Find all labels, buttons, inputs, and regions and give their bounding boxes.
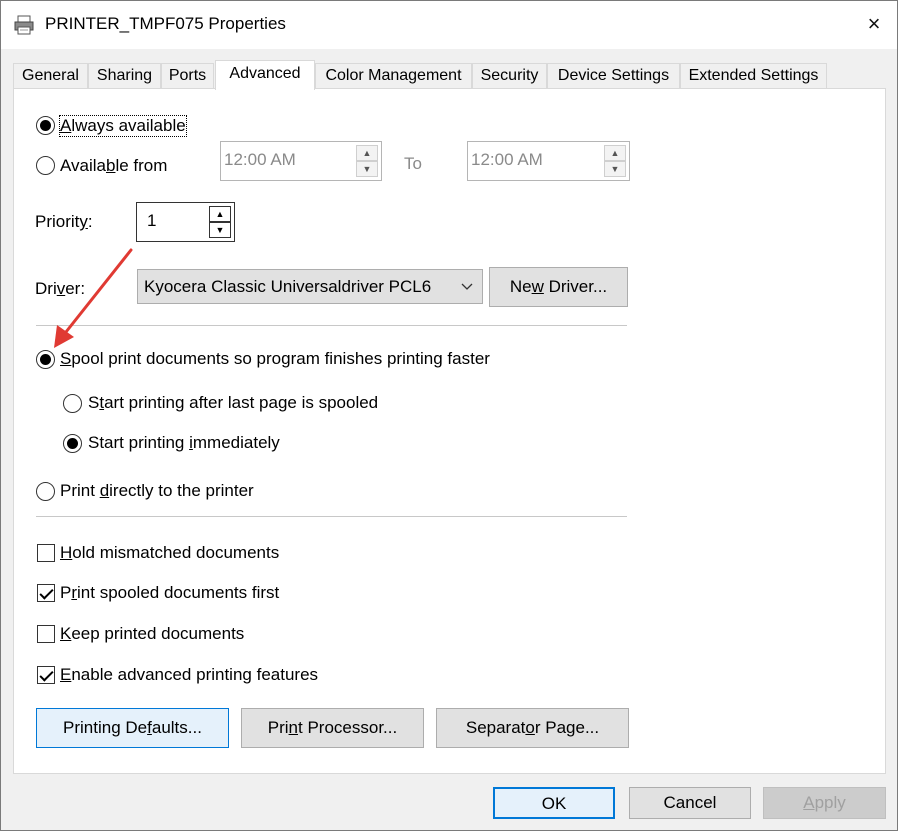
separator-1 (36, 325, 627, 326)
tab-device-settings[interactable]: Device Settings (547, 63, 680, 89)
priority-value: 1 (147, 211, 157, 230)
to-time-value: 12:00 AM (471, 150, 543, 169)
tab-label: Advanced (229, 65, 301, 82)
tab-label: Color Management (325, 67, 462, 84)
chevron-down-icon (460, 275, 474, 300)
from-time-spinner: ▲ ▼ (356, 145, 378, 177)
to-time-down-arrow-icon[interactable]: ▼ (604, 161, 626, 177)
ok-label: OK (541, 794, 567, 813)
tab-label: Security (480, 67, 539, 84)
always-available-radio[interactable] (36, 116, 55, 135)
keep-printed-checkbox[interactable] (37, 625, 55, 643)
priority-spinner: ▲ ▼ (209, 206, 231, 238)
tab-label: Extended Settings (688, 67, 819, 84)
enable-advanced-features-label[interactable]: Enable advanced printing features (60, 665, 318, 685)
priority-up-arrow-icon[interactable]: ▲ (209, 206, 231, 222)
to-time-spinner: ▲ ▼ (604, 145, 626, 177)
tab-sharing[interactable]: Sharing (88, 63, 161, 89)
printing-defaults-button[interactable]: Printing Defaults... (36, 708, 229, 748)
tab-extended-settings[interactable]: Extended Settings (680, 63, 827, 89)
available-from-radio[interactable] (36, 156, 55, 175)
printer-icon (14, 15, 34, 35)
new-driver-button[interactable]: New Driver... (489, 267, 628, 307)
tab-general[interactable]: General (13, 63, 88, 89)
tab-label: General (22, 67, 79, 84)
spool-label[interactable]: Spool print documents so program finishe… (60, 349, 490, 369)
from-time-down-arrow-icon[interactable]: ▼ (356, 161, 378, 177)
advanced-panel: Always available Available from 12:00 AM… (13, 88, 886, 774)
separator-page-button[interactable]: Separator Page... (436, 708, 629, 748)
start-immediately-radio[interactable] (63, 434, 82, 453)
driver-select[interactable]: Kyocera Classic Universaldriver PCL6 (137, 269, 483, 304)
to-time-up-arrow-icon[interactable]: ▲ (604, 145, 626, 161)
window-title: PRINTER_TMPF075 Properties (45, 14, 286, 33)
start-after-last-page-radio[interactable] (63, 394, 82, 413)
tab-label: Ports (168, 67, 207, 84)
hold-mismatched-label[interactable]: Hold mismatched documents (60, 543, 279, 563)
hold-mismatched-checkbox[interactable] (37, 544, 55, 562)
priority-input[interactable]: 1 ▲ ▼ (136, 202, 235, 242)
from-time-up-arrow-icon[interactable]: ▲ (356, 145, 378, 161)
available-from-label[interactable]: Available from (60, 156, 167, 176)
available-from-time-input[interactable]: 12:00 AM ▲ ▼ (220, 141, 382, 181)
always-available-label[interactable]: Always available (59, 115, 187, 137)
close-icon: × (867, 11, 881, 36)
apply-button[interactable]: Apply (763, 787, 886, 819)
print-spooled-first-label[interactable]: Print spooled documents first (60, 583, 279, 603)
printer-properties-dialog: PRINTER_TMPF075 Properties × General Sha… (0, 0, 898, 831)
print-directly-label[interactable]: Print directly to the printer (60, 481, 254, 501)
from-time-value: 12:00 AM (224, 150, 296, 169)
tab-ports[interactable]: Ports (161, 63, 214, 89)
ok-button[interactable]: OK (493, 787, 615, 819)
tab-color-management[interactable]: Color Management (315, 63, 472, 89)
enable-advanced-features-checkbox[interactable] (37, 666, 55, 684)
available-to-time-input[interactable]: 12:00 AM ▲ ▼ (467, 141, 630, 181)
tab-label: Device Settings (557, 67, 670, 84)
keep-printed-label[interactable]: Keep printed documents (60, 624, 244, 644)
separator-2 (36, 516, 627, 517)
to-label: To (404, 154, 422, 173)
close-button[interactable]: × (851, 1, 897, 47)
tab-label: Sharing (96, 67, 153, 84)
driver-selected-value: Kyocera Classic Universaldriver PCL6 (144, 277, 432, 296)
title-bar: PRINTER_TMPF075 Properties × (1, 1, 897, 49)
priority-down-arrow-icon[interactable]: ▼ (209, 222, 231, 238)
driver-label: Driver: (35, 279, 86, 298)
print-directly-radio[interactable] (36, 482, 55, 501)
start-after-last-page-label[interactable]: Start printing after last page is spoole… (88, 393, 378, 413)
tab-advanced[interactable]: Advanced (215, 60, 315, 90)
print-spooled-first-checkbox[interactable] (37, 584, 55, 602)
print-processor-button[interactable]: Print Processor... (241, 708, 424, 748)
spool-radio[interactable] (36, 350, 55, 369)
tab-security[interactable]: Security (472, 63, 547, 89)
cancel-label: Cancel (663, 793, 717, 812)
start-immediately-label[interactable]: Start printing immediately (88, 433, 280, 453)
cancel-button[interactable]: Cancel (629, 787, 751, 819)
priority-label: Priority: (35, 212, 93, 231)
